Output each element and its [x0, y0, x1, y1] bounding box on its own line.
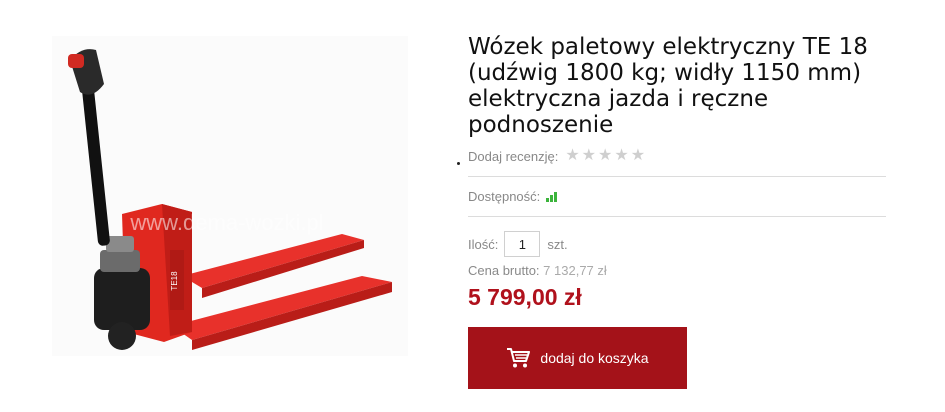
gross-price-label: Cena brutto:	[468, 263, 540, 278]
star-icon[interactable]: ★	[582, 148, 596, 164]
availability-row: Dostępność:	[468, 189, 888, 204]
add-to-cart-button[interactable]: dodaj do koszyka	[468, 327, 687, 389]
product-title: Wózek paletowy elektryczny TE 18 (udźwig…	[468, 34, 868, 138]
pallet-truck-illustration: TE18 www.dema-wozki.pl	[68, 49, 392, 350]
review-row: Dodaj recenzję: ★ ★ ★ ★ ★	[468, 148, 888, 164]
gross-price-row: Cena brutto: 7 132,77 zł	[468, 263, 888, 278]
add-to-cart-label: dodaj do koszyka	[540, 350, 649, 366]
cropped-breadcrumb-strip	[0, 0, 945, 8]
star-icon[interactable]: ★	[614, 148, 628, 164]
brand-label: TE18	[170, 271, 179, 291]
availability-bars-icon	[546, 191, 558, 202]
star-icon[interactable]: ★	[598, 148, 612, 164]
star-icon[interactable]: ★	[565, 148, 579, 164]
quantity-unit: szt.	[547, 236, 568, 252]
list-bullet	[457, 162, 460, 165]
quantity-label: Ilość:	[468, 236, 499, 252]
product-image[interactable]: TE18 www.dema-wozki.pl	[52, 36, 408, 356]
availability-label: Dostępność:	[468, 189, 541, 204]
quantity-row: Ilość: szt.	[468, 231, 888, 257]
quantity-input[interactable]	[504, 231, 541, 257]
review-label[interactable]: Dodaj recenzję:	[468, 149, 558, 164]
rating-stars[interactable]: ★ ★ ★ ★ ★	[565, 148, 645, 164]
watermark: www.dema-wozki.pl	[129, 210, 323, 235]
gross-price-value: 7 132,77 zł	[543, 263, 607, 278]
divider	[468, 176, 886, 177]
cart-icon	[506, 347, 531, 369]
divider	[468, 216, 886, 217]
price: 5 799,00 zł	[468, 284, 582, 310]
product-info: Wózek paletowy elektryczny TE 18 (udźwig…	[468, 34, 888, 389]
star-icon[interactable]: ★	[631, 148, 645, 164]
